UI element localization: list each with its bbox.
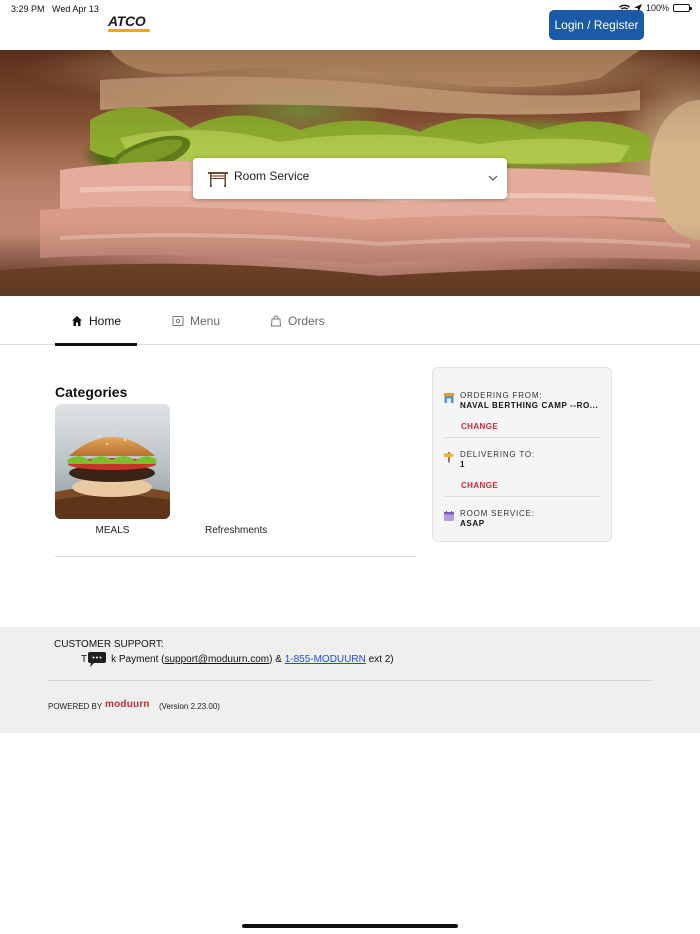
chevron-down-icon bbox=[488, 175, 498, 181]
room-service-label: ROOM SERVICE: bbox=[460, 509, 535, 518]
moduurn-logo[interactable]: moduurn bbox=[105, 699, 150, 710]
delivering-to-value: 1 bbox=[460, 460, 466, 469]
shopping-bag-icon bbox=[270, 315, 282, 326]
tab-menu[interactable]: Menu bbox=[172, 296, 220, 345]
category-refreshments-label[interactable]: Refreshments bbox=[205, 525, 267, 536]
categories-divider bbox=[55, 556, 416, 557]
battery-icon bbox=[673, 4, 692, 12]
category-meals-label[interactable]: MEALS bbox=[55, 525, 170, 536]
change-delivery-link[interactable]: CHANGE bbox=[461, 481, 498, 490]
tab-home[interactable]: Home bbox=[55, 296, 137, 346]
login-register-button[interactable]: Login / Register bbox=[549, 10, 644, 40]
footer: CUSTOMER SUPPORT: Tk Payment (support@mo… bbox=[0, 627, 700, 733]
ordering-from-value: NAVAL BERTHING CAMP --RO... bbox=[460, 401, 599, 410]
delivering-to-label: DELIVERING TO: bbox=[460, 450, 535, 459]
burger-image bbox=[55, 404, 170, 519]
chat-bubble-icon[interactable] bbox=[86, 652, 108, 668]
battery-percent: 100% bbox=[645, 3, 669, 13]
change-location-link[interactable]: CHANGE bbox=[461, 422, 498, 431]
signpost-icon bbox=[444, 452, 454, 463]
support-line: Tk Payment (support@moduurn.com) & 1-855… bbox=[81, 654, 394, 665]
home-indicator[interactable] bbox=[242, 924, 458, 928]
ordering-from-label: ORDERING FROM: bbox=[460, 391, 543, 400]
status-time: 3:29 PM Wed Apr 13 bbox=[11, 4, 99, 14]
powered-by-label: POWERED BY bbox=[48, 702, 103, 711]
category-meals-card[interactable] bbox=[55, 404, 170, 519]
tab-orders[interactable]: Orders bbox=[270, 296, 325, 345]
calendar-icon bbox=[444, 511, 454, 521]
menu-icon bbox=[172, 315, 184, 326]
tab-orders-label: Orders bbox=[288, 313, 325, 328]
main-tabs: Home Menu Orders bbox=[0, 296, 700, 346]
categories-heading: Categories bbox=[55, 384, 128, 400]
home-icon bbox=[71, 315, 82, 326]
room-service-cart-icon bbox=[208, 172, 228, 187]
support-phone-link[interactable]: 1-855-MODUURN bbox=[285, 654, 366, 665]
service-type-value: Room Service bbox=[234, 169, 310, 183]
order-info-card: ORDERING FROM: NAVAL BERTHING CAMP --RO.… bbox=[432, 367, 612, 542]
support-email-link[interactable]: support@moduurn.com bbox=[164, 654, 269, 665]
room-service-value: ASAP bbox=[460, 519, 485, 528]
tab-home-label: Home bbox=[88, 313, 121, 328]
atco-logo[interactable]: ATCO bbox=[108, 14, 152, 32]
tab-menu-label: Menu bbox=[190, 313, 221, 328]
store-icon bbox=[444, 393, 454, 403]
version-text: (Version 2.23.00) bbox=[159, 702, 220, 711]
support-title: CUSTOMER SUPPORT: bbox=[54, 639, 164, 650]
service-type-dropdown[interactable]: Room Service bbox=[193, 158, 507, 199]
